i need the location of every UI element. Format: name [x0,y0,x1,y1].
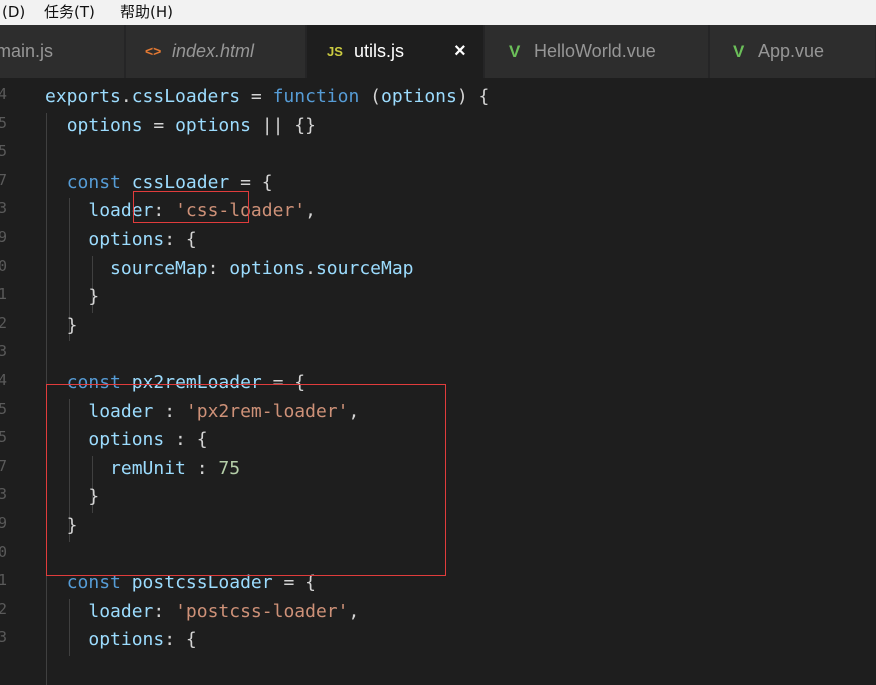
code-line: } [45,285,99,309]
code-token: loader [88,600,154,622]
line-number: 3 [0,485,7,504]
js-file-icon: JS [327,44,343,59]
highlight-box-px2remloader [46,384,446,576]
tab-main-js[interactable]: main.js [0,25,125,78]
code-token: . [305,257,316,279]
tab-label: App.vue [758,41,825,61]
code-line: sourceMap: options.sourceMap [45,257,414,281]
code-token: sourceMap [110,257,208,279]
code-token: . [120,86,132,107]
code-token: options [175,114,251,136]
code-token: options [380,86,457,107]
code-token: 'postcss-loader' [175,600,349,622]
menu-item-partial[interactable]: (D) [2,0,25,25]
code-token: const [66,171,121,193]
code-token: options [66,114,143,136]
line-number: 9 [0,228,7,246]
line-number-gutter: 4 5 5 7 3 9 0 1 2 3 4 5 5 7 3 9 0 1 2 3 [0,78,12,662]
html-file-icon: <> [145,43,162,59]
code-token: options [229,257,306,279]
code-token: : { [164,229,197,250]
tab-index-html[interactable]: <> index.html [126,25,306,78]
tab-label: utils.js [354,41,405,61]
code-token: cssLoaders [131,86,241,107]
line-number: 2 [0,313,7,332]
line-number: 3 [0,628,7,647]
line-number: 5 [0,428,7,447]
code-token: = [142,114,176,136]
line-number: 7 [0,170,7,189]
vue-file-icon: V [733,42,745,61]
code-token: : [153,600,176,622]
code-line: options = options || {} [45,114,316,138]
line-number: 4 [0,85,7,103]
code-editor[interactable]: 4 5 5 7 3 9 0 1 2 3 4 5 5 7 3 9 0 1 2 3 exports.cssLoaders … [0,78,876,685]
code-token: exports [45,86,121,107]
vue-file-icon: V [509,42,521,61]
code-token: : [207,257,230,279]
code-token: : { [164,629,197,651]
line-number: 5 [0,113,7,132]
code-line: options: { [45,228,197,252]
tab-utils-js[interactable]: JS utils.js × [307,25,484,78]
code-token: options [88,629,165,651]
line-number: 0 [0,542,7,561]
code-line: options: { [45,628,197,652]
code-token: cssLoader [131,171,230,193]
line-number: 0 [0,256,7,275]
line-number: 2 [0,599,7,618]
code-token: sourceMap [315,257,414,279]
code-token: = [240,86,273,107]
code-token: function [272,86,360,107]
code-token: || {} [250,114,316,136]
tab-label: HelloWorld.vue [534,41,656,61]
tab-helloworld-vue[interactable]: V HelloWorld.vue [485,25,709,78]
code-token: , [348,600,360,622]
code-token: options [88,229,165,250]
tab-label: index.html [172,41,255,61]
line-number: 9 [0,514,7,532]
code-token: , [305,200,316,222]
highlight-box-cssloader [133,191,249,223]
menu-bar: (D) 任务(T) 帮助(H) [0,0,876,25]
code-line: } [45,314,78,338]
line-number: 1 [0,285,7,304]
code-token: } [45,314,78,336]
code-token: = { [229,171,273,193]
code-token: ( [359,86,381,107]
line-number: 3 [0,342,7,361]
close-icon[interactable]: × [454,25,466,78]
tab-label: main.js [0,41,54,61]
line-number: 4 [0,371,7,389]
menu-item-help[interactable]: 帮助(H) [120,0,173,25]
editor-tab-bar: main.js <> index.html JS utils.js × V He… [0,25,876,78]
code-line: loader: 'postcss-loader', [45,600,359,624]
menu-item-tasks[interactable]: 任务(T) [44,0,95,25]
tab-app-vue[interactable]: V App.vue [710,25,876,78]
line-number: 5 [0,399,7,418]
line-number: 7 [0,456,7,475]
line-number: 3 [0,199,7,218]
code-token: ) { [456,86,490,107]
code-line: exports.cssLoaders = function (options) … [45,85,489,109]
line-number: 1 [0,571,7,590]
code-token: } [45,286,100,308]
line-number: 5 [0,142,7,161]
